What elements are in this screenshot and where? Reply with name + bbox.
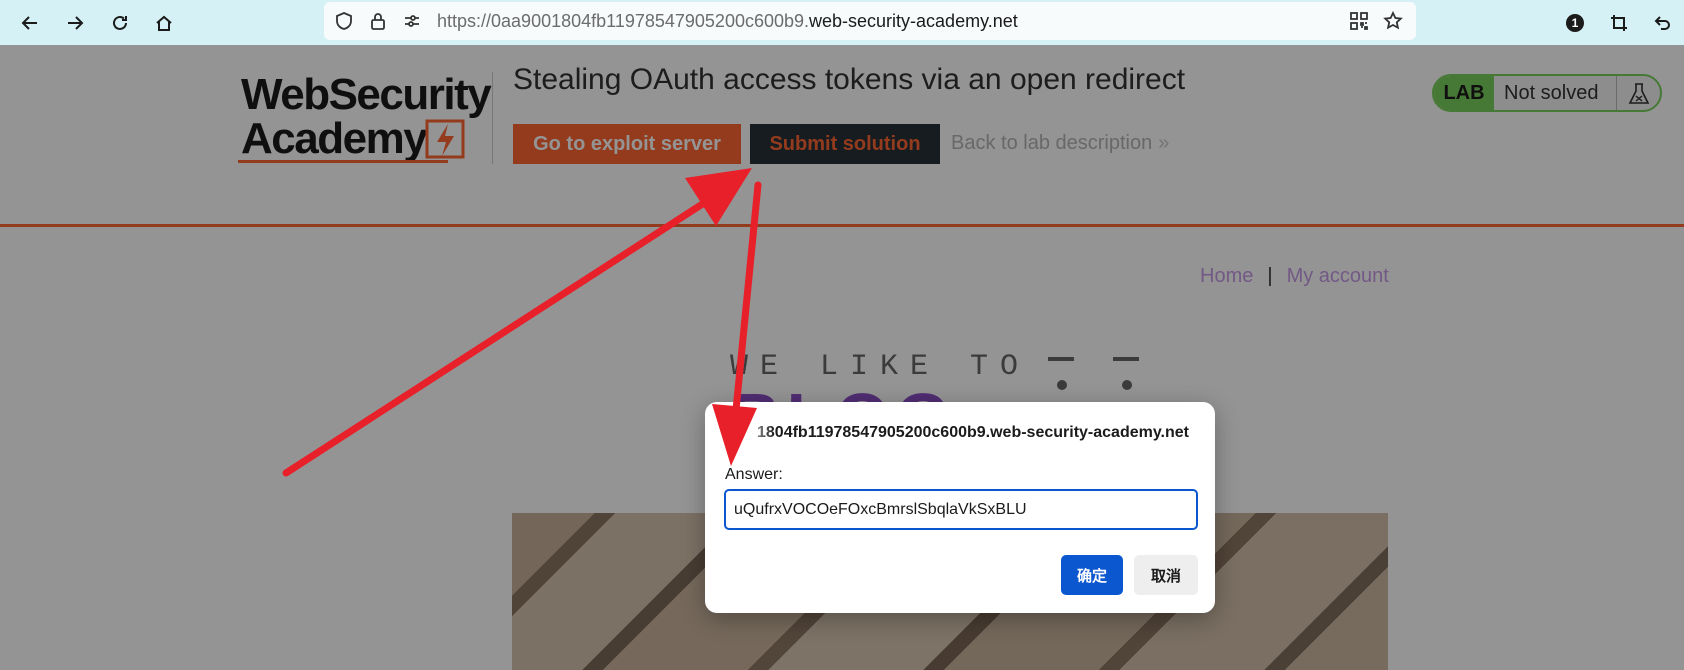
- back-icon[interactable]: [13, 6, 47, 40]
- permissions-icon[interactable]: [402, 11, 422, 31]
- undo-icon[interactable]: [1645, 6, 1679, 40]
- prompt-dialog: 1804fb11978547905200c600b9.web-security-…: [705, 402, 1215, 613]
- url-text[interactable]: https://0aa9001804fb11978547905200c600b9…: [437, 11, 1018, 32]
- extension-badge-icon[interactable]: 1: [1558, 6, 1592, 40]
- crop-icon[interactable]: [1602, 6, 1636, 40]
- answer-input[interactable]: [724, 489, 1198, 530]
- lock-icon[interactable]: [368, 11, 388, 31]
- address-bar[interactable]: https://0aa9001804fb11978547905200c600b9…: [324, 2, 1416, 40]
- qr-code-icon[interactable]: [1349, 11, 1369, 31]
- browser-toolbar: https://0aa9001804fb11978547905200c600b9…: [0, 0, 1684, 45]
- bookmark-star-icon[interactable]: [1383, 10, 1403, 31]
- forward-icon[interactable]: [58, 6, 92, 40]
- shield-icon[interactable]: [334, 11, 354, 31]
- dialog-prompt-label: Answer:: [725, 466, 783, 483]
- ok-button[interactable]: 确定: [1061, 555, 1123, 595]
- cancel-button[interactable]: 取消: [1134, 555, 1198, 595]
- dialog-origin: 1804fb11978547905200c600b9.web-security-…: [757, 424, 1189, 441]
- home-icon[interactable]: [147, 6, 181, 40]
- reload-icon[interactable]: [103, 6, 137, 40]
- origin-fade: [735, 424, 775, 446]
